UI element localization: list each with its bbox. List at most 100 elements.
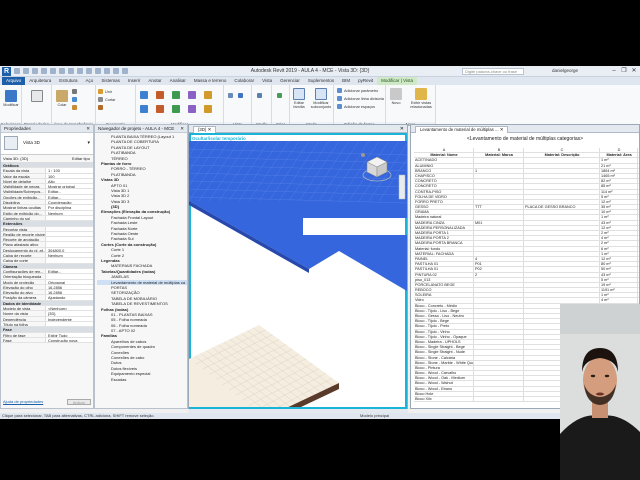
schedule-cell[interactable]: CONCRETO xyxy=(414,184,474,189)
schedule-cell[interactable] xyxy=(474,314,524,319)
schedule-cell[interactable]: PASTILHA 01 xyxy=(414,262,474,267)
schedule-cell[interactable] xyxy=(474,386,524,391)
home-icon[interactable] xyxy=(361,153,365,157)
schedule-cell[interactable]: Bloco - Tijolo - Vinho xyxy=(414,329,474,334)
schedule-cell[interactable] xyxy=(474,329,524,334)
modify-tool-button[interactable] xyxy=(156,105,164,113)
schedule-cell[interactable]: Bloco - Pintura xyxy=(414,365,474,371)
schedule-cell[interactable] xyxy=(474,360,524,365)
modify-button[interactable]: Modificar xyxy=(3,90,19,107)
switch-windows-icon[interactable] xyxy=(122,68,128,74)
schedule-cell[interactable]: Bloco - Wood - Walnut xyxy=(414,381,474,386)
schedule-cell[interactable]: Bloco - Wood - Oak - Medium xyxy=(414,376,474,381)
add-parameter-button[interactable]: Adicionar parâmetro xyxy=(337,88,378,93)
edit-family-button[interactable]: Editar família xyxy=(291,88,307,109)
column-letter[interactable]: B xyxy=(474,148,524,153)
schedule-cell[interactable]: Bloco - Tijolo - Liso - Bege xyxy=(414,308,474,313)
model-canvas[interactable] xyxy=(189,141,407,407)
schedule-cell[interactable]: 1 m² xyxy=(600,251,638,256)
schedule-cell[interactable]: 1 m² xyxy=(600,215,638,220)
copy-button[interactable] xyxy=(72,97,77,102)
redo-icon[interactable] xyxy=(50,68,56,74)
ribbon-tab[interactable]: Suplementos xyxy=(304,77,338,85)
properties-help-link[interactable]: Ajuda de propriedades xyxy=(1,399,43,404)
schedule-cell[interactable] xyxy=(474,194,524,199)
chevron-down-icon[interactable]: ▾ xyxy=(87,140,90,146)
schedule-cell[interactable]: CHAPISCO xyxy=(414,173,474,179)
schedule-cell[interactable] xyxy=(524,298,600,303)
property-value[interactable]: 16,2856 xyxy=(45,290,93,295)
section-icon[interactable] xyxy=(95,68,101,74)
ribbon-tab[interactable]: Arquitetura xyxy=(25,77,55,85)
column-header[interactable]: Material: Descrição xyxy=(524,153,600,158)
schedule-cell[interactable] xyxy=(474,246,524,251)
schedule-cell[interactable]: BRANCO xyxy=(414,168,474,173)
schedule-cell[interactable] xyxy=(474,179,524,184)
schedule-cell[interactable] xyxy=(474,339,524,345)
column-letter[interactable]: A xyxy=(414,148,474,153)
schedule-cell[interactable]: Bloco - Wood - Carvalho xyxy=(414,371,474,376)
schedule-cell[interactable] xyxy=(524,194,600,199)
property-value[interactable]: Ajustando xyxy=(45,295,93,300)
schedule-cell[interactable]: 1465 m² xyxy=(600,173,638,179)
schedule-cell[interactable]: 43 m² xyxy=(600,220,638,225)
schedule-cell[interactable] xyxy=(524,277,600,282)
modify-tool-button[interactable] xyxy=(204,105,212,113)
schedule-cell[interactable]: 1191 m² xyxy=(600,288,638,293)
schedule-cell[interactable]: 5 m² xyxy=(600,194,638,199)
schedule-cell[interactable]: Madeira natural xyxy=(414,215,474,220)
schedule-cell[interactable]: Vidro xyxy=(414,298,474,303)
ribbon-tab[interactable]: Anotar xyxy=(144,77,165,85)
schedule-cell[interactable] xyxy=(524,282,600,288)
schedule-cell[interactable]: 21 m² xyxy=(600,163,638,168)
property-value[interactable]: Editar... xyxy=(45,268,93,274)
schedule-cell[interactable] xyxy=(474,199,524,205)
schedule-cell[interactable] xyxy=(524,262,600,267)
schedule-cell[interactable]: piso_013 xyxy=(414,277,474,282)
schedule-cell[interactable] xyxy=(474,376,524,381)
schedule-cell[interactable]: Bloco - Concreto - Médio xyxy=(414,303,474,308)
schedule-cell[interactable]: PASTILHA 01 xyxy=(414,267,474,272)
schedule-cell[interactable] xyxy=(474,184,524,189)
property-value[interactable] xyxy=(45,242,93,247)
column-header[interactable]: Material: Nome xyxy=(414,153,474,158)
schedule-cell[interactable]: MADEIRA PORTA 1 xyxy=(414,231,474,236)
property-value[interactable]: Coordenação xyxy=(45,200,93,205)
schedule-cell[interactable] xyxy=(474,365,524,371)
instance-selector[interactable]: Vista 3D: {3D} xyxy=(3,156,28,161)
schedule-cell[interactable] xyxy=(474,282,524,288)
schedule-cell[interactable]: Bloco Xiix xyxy=(414,397,474,402)
property-value[interactable]: 16,2856 xyxy=(45,284,93,290)
modify-tool-button[interactable] xyxy=(172,105,180,113)
schedule-cell[interactable]: PORCELANATO BEGE xyxy=(414,282,474,288)
schedule-cell[interactable] xyxy=(524,158,600,163)
modify-tool-button[interactable] xyxy=(188,105,196,113)
schedule-cell[interactable] xyxy=(474,308,524,313)
cut-geometry-button[interactable]: Cortar xyxy=(98,97,116,102)
modify-tool-button[interactable] xyxy=(172,91,180,99)
measure-button[interactable] xyxy=(257,93,262,98)
close-button[interactable]: ✕ xyxy=(630,67,638,75)
open-icon[interactable] xyxy=(14,68,20,74)
schedule-cell[interactable]: Material: fundo xyxy=(414,246,474,251)
column-letter[interactable]: C xyxy=(524,148,600,153)
schedule-cell[interactable]: 80 m² xyxy=(600,262,638,267)
schedule-cell[interactable]: M01 xyxy=(474,220,524,225)
property-value[interactable] xyxy=(45,237,93,242)
modify-tool-button[interactable] xyxy=(188,91,196,99)
cut-button[interactable] xyxy=(72,89,77,94)
apply-button[interactable]: Aplicar xyxy=(66,399,91,405)
property-value[interactable] xyxy=(45,321,93,327)
schedule-cell[interactable]: Bloco - Tijolo - Bege xyxy=(414,319,474,324)
create-button[interactable] xyxy=(277,93,282,98)
schedule-cell[interactable] xyxy=(474,210,524,215)
schedule-cell[interactable]: 10 m² xyxy=(600,210,638,215)
property-value[interactable]: <Nenhum> xyxy=(45,306,93,311)
ribbon-tab[interactable]: Modificar | Vista xyxy=(377,77,418,85)
schedule-cell[interactable] xyxy=(524,199,600,205)
schedule-cell[interactable] xyxy=(474,231,524,236)
undo-icon[interactable] xyxy=(41,68,47,74)
schedule-cell[interactable] xyxy=(524,215,600,220)
schedule-cell[interactable]: FORRO PRETO xyxy=(414,199,474,205)
property-value[interactable]: 1 : 100 xyxy=(45,168,93,173)
